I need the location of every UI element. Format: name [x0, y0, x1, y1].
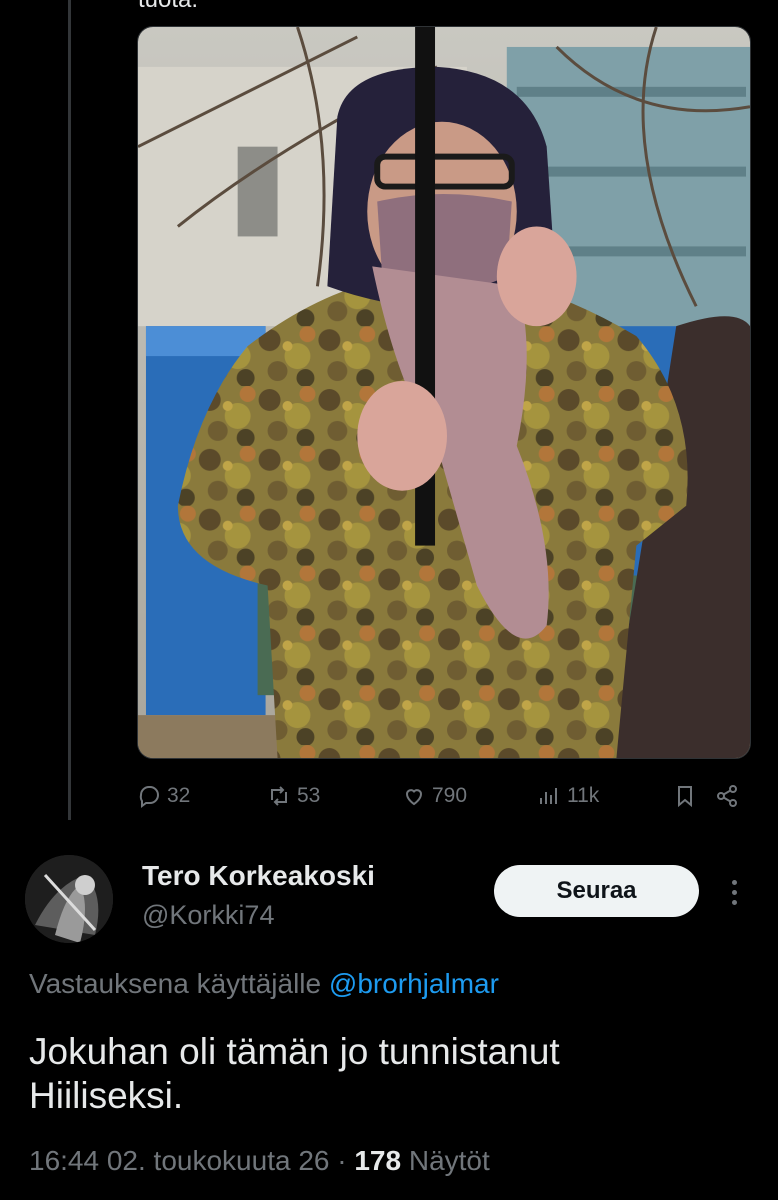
tweet-views-count: 178	[354, 1145, 402, 1176]
more-dot-icon	[731, 899, 737, 905]
author-avatar[interactable]	[25, 855, 113, 943]
more-dot-icon	[731, 889, 737, 895]
avatar-image	[25, 855, 113, 943]
tweet-timestamp[interactable]: 16:44 02. toukokuuta 26	[29, 1145, 329, 1176]
repost-icon	[271, 786, 287, 806]
reply-handle-link[interactable]: @brorhjalmar	[329, 968, 499, 999]
like-button[interactable]: 790	[402, 778, 467, 814]
reply-button[interactable]: 32	[137, 778, 190, 814]
bookmark-icon	[678, 786, 692, 808]
share-icon	[717, 785, 737, 807]
views-icon	[540, 788, 557, 804]
tweet-text-line: Hiiliseksi.	[29, 1075, 184, 1116]
thread-connector-line	[68, 0, 71, 820]
tweet-meta: 16:44 02. toukokuuta 26 · 178 Näytöt	[29, 1145, 490, 1177]
more-options-button[interactable]	[722, 872, 746, 912]
quoted-tweet-text-clipped: tuota.	[138, 0, 198, 14]
author-handle[interactable]: @Korkki74	[142, 900, 274, 931]
like-icon	[405, 789, 423, 806]
tweet-views-label: Näytöt	[408, 1145, 490, 1176]
repost-count: 53	[297, 784, 321, 807]
bookmark-button[interactable]	[673, 778, 697, 814]
reply-context: Vastauksena käyttäjälle @brorhjalmar	[29, 968, 499, 1000]
tweet-action-bar: 32 53 790 11k	[137, 778, 747, 814]
views-count: 11k	[567, 784, 600, 807]
author-display-name[interactable]: Tero Korkeakoski	[142, 860, 375, 892]
photo-illustration	[138, 27, 750, 758]
tweet-photo[interactable]	[137, 26, 751, 759]
reply-count: 32	[167, 784, 191, 807]
meta-separator: ·	[337, 1145, 347, 1176]
share-button[interactable]	[715, 778, 739, 814]
tweet-text-line: Jokuhan oli tämän jo tunnistanut	[29, 1031, 560, 1072]
reply-icon	[139, 786, 159, 808]
tweet-text: Jokuhan oli tämän jo tunnistanut Hiilise…	[29, 1030, 749, 1118]
like-count: 790	[432, 784, 468, 807]
repost-button[interactable]: 53	[267, 778, 320, 814]
more-dot-icon	[731, 879, 737, 885]
follow-button[interactable]: Seuraa	[494, 865, 699, 917]
views-button[interactable]: 11k	[537, 778, 599, 814]
reply-prefix: Vastauksena käyttäjälle	[29, 968, 322, 999]
